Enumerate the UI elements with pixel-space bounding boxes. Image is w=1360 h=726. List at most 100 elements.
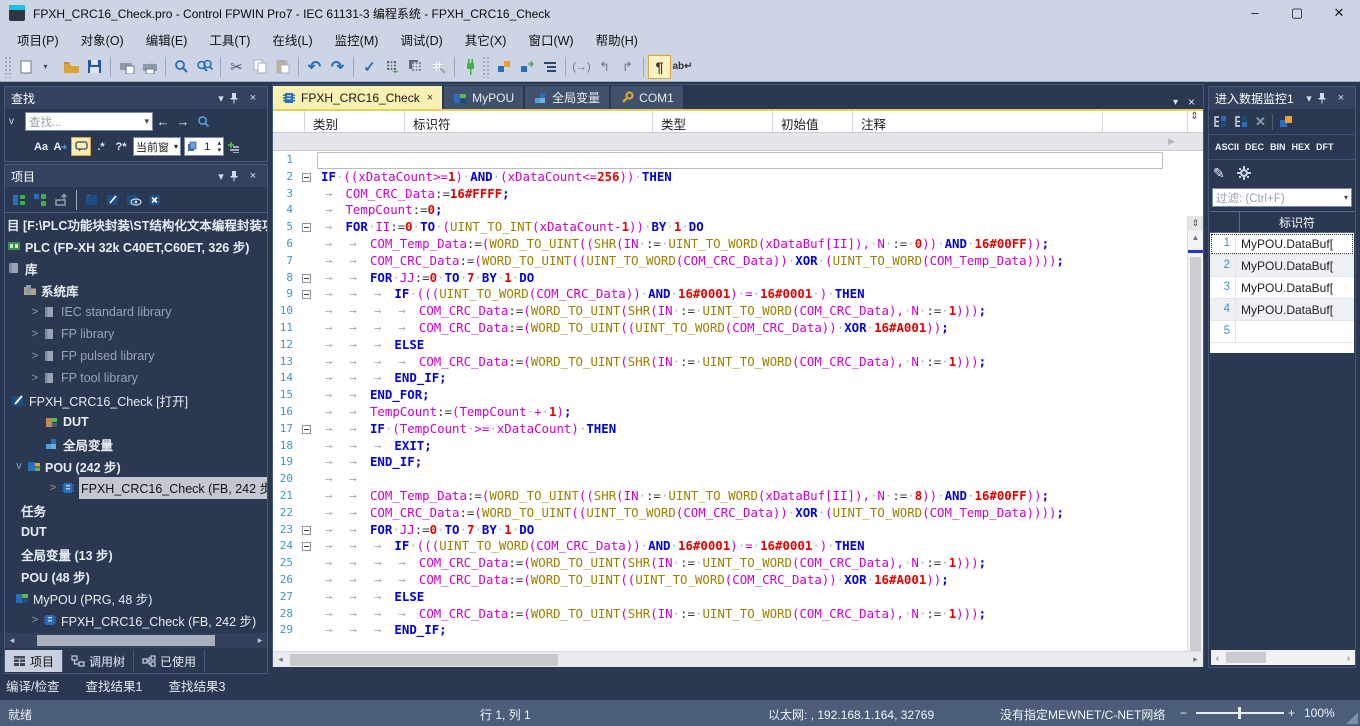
scroll-left-icon[interactable]: ◂ [5, 635, 19, 646]
panel-menu-icon[interactable]: ▾ [213, 170, 229, 183]
grid-column-注释[interactable]: 注释 [853, 111, 1103, 132]
code-line[interactable]: 11→→→→COM_CRC_Data:=(WORD_TO_UINT((UINT_… [273, 320, 1163, 337]
editor-tab-COM1[interactable]: COM1 [611, 86, 683, 109]
scroll-right-icon[interactable]: › [1342, 653, 1355, 663]
tree-item[interactable]: DUT [5, 521, 267, 543]
close-object-button[interactable] [144, 188, 165, 212]
menu-item-4[interactable]: 工具(T) [198, 26, 261, 53]
code-line[interactable]: 1 [273, 152, 1163, 169]
code-line[interactable]: 4→TempCount:=0; [273, 202, 1163, 219]
search-icon[interactable] [193, 112, 213, 131]
menu-item-6[interactable]: 监控(M) [324, 26, 390, 53]
grid-column-类别[interactable]: 类别 [305, 111, 405, 132]
scrollbar-thumb[interactable] [290, 654, 558, 666]
open-project-button[interactable] [60, 55, 83, 79]
chevron-right-icon[interactable]: > [27, 614, 43, 626]
format-button-ASCII[interactable]: ASCII [1213, 139, 1241, 155]
find-in-files-button[interactable] [193, 55, 216, 79]
code-line[interactable]: 10→→→→COM_CRC_Data:=(WORD_TO_UINT(SHR(IN… [273, 303, 1163, 320]
menu-item-7[interactable]: 调试(D) [389, 26, 453, 53]
compile-button[interactable] [381, 55, 404, 79]
code-line[interactable]: 19→→END_IF; [273, 454, 1163, 471]
chevron-right-icon[interactable]: > [27, 350, 43, 362]
search-history-dropdown-icon[interactable]: ▾ [144, 116, 149, 127]
settings-gear-icon[interactable] [1237, 166, 1251, 180]
dock-tab-调用树[interactable]: 调用树 [63, 650, 134, 672]
close-tab-icon[interactable]: × [427, 92, 433, 104]
editor-horizontal-scrollbar[interactable]: ◂ ▸ [273, 651, 1203, 667]
word-wrap-button[interactable]: ab↵ [671, 55, 694, 79]
chevron-down-icon[interactable]: v [11, 460, 27, 472]
chevron-right-icon[interactable]: > [27, 306, 43, 318]
tree-item[interactable]: >FPXH_CRC16_Check (FB, 242 步) [5, 609, 267, 631]
online-mode-button[interactable] [459, 55, 482, 79]
monitor-horizontal-scrollbar[interactable]: ‹ › [1211, 650, 1355, 665]
whole-word-button[interactable]: A [51, 137, 71, 156]
navigate-forward-button[interactable]: ↱ [616, 55, 639, 79]
add-to-list-icon[interactable] [224, 137, 244, 156]
grid-column-类型[interactable]: 类型 [653, 111, 773, 132]
find-next-button[interactable]: → [173, 112, 193, 131]
scroll-up-icon[interactable]: ▲ [1188, 231, 1203, 244]
search-input[interactable]: 查找... ▾ [25, 112, 153, 131]
monitor-entry-button[interactable] [492, 55, 515, 79]
find-previous-button[interactable]: ← [153, 112, 173, 131]
output-tab-编译/检查[interactable]: 编译/检查 [6, 676, 59, 695]
code-line[interactable]: 23→→FOR·JJ:=0·TO·7·BY·1·DO [273, 522, 1163, 539]
code-line[interactable]: 6→→COM_Temp_Data:=(WORD_TO_UINT((SHR(IN·… [273, 236, 1163, 253]
tree-item[interactable]: 目 [F:\PLC功能块封装\ST结构化文本编程封装功 [5, 213, 267, 235]
output-tab-查找结果3[interactable]: 查找结果3 [168, 676, 225, 695]
delete-entry-icon[interactable]: ✕ [1255, 114, 1266, 130]
code-line[interactable]: 27→→→ELSE [273, 589, 1163, 606]
grid-column-标识符[interactable]: 标识符 [405, 111, 653, 132]
outline-view-button[interactable] [538, 55, 561, 79]
code-line[interactable]: 20→→ [273, 471, 1163, 488]
resize-grip[interactable] [1346, 712, 1358, 724]
menu-item-3[interactable]: 编辑(E) [135, 26, 199, 53]
menu-item-2[interactable]: 对象(O) [70, 26, 135, 53]
new-object-button[interactable] [81, 188, 102, 212]
new-dropdown-caret[interactable]: ▾ [37, 55, 60, 79]
filter-input[interactable]: 过滤: (Ctrl+F) ▾ [1212, 188, 1352, 207]
tree-item[interactable]: 任务 [5, 499, 267, 521]
fold-marker-icon[interactable] [299, 270, 317, 287]
editor-tab-全局变量[interactable]: 全局变量 [525, 86, 609, 109]
code-line[interactable]: 29→→→END_IF; [273, 622, 1163, 639]
scroll-left-icon[interactable]: ◂ [273, 654, 288, 665]
toolbar-grip[interactable] [482, 56, 490, 78]
find-button[interactable] [170, 55, 193, 79]
panel-menu-icon[interactable]: ▾ [213, 92, 229, 105]
tree-item[interactable]: 全局变量 [5, 433, 267, 455]
scrollbar-thumb[interactable] [37, 635, 215, 646]
scroll-left-icon[interactable]: ‹ [1211, 653, 1224, 663]
tree-item[interactable]: DUT [5, 411, 267, 433]
cut-button[interactable]: ✂ [225, 55, 248, 79]
code-line[interactable]: 15→→END_FOR; [273, 387, 1163, 404]
tree-item[interactable]: FPXH_CRC16_Check [打开] [5, 389, 267, 411]
tree-item[interactable]: >FP library [5, 323, 267, 345]
view-object-button[interactable] [123, 188, 144, 212]
code-line[interactable]: 8→→FOR·JJ:=0·TO·7·BY·1·DO [273, 270, 1163, 287]
fold-marker-icon[interactable] [299, 538, 317, 555]
register-all-icon[interactable] [1234, 115, 1249, 128]
wildcard-button[interactable]: ?* [111, 137, 131, 156]
editor-tab-FPXH_CRC16_Check[interactable]: FPXH_CRC16_Check× [273, 86, 442, 109]
print-button[interactable] [138, 55, 161, 79]
code-line[interactable]: 3→COM_CRC_Data:=16#FFFF; [273, 186, 1163, 203]
code-line[interactable]: 12→→→ELSE [273, 337, 1163, 354]
redo-button[interactable]: ↷ [326, 55, 349, 79]
zoom-in-icon[interactable]: + [1288, 706, 1295, 720]
tree-item[interactable]: POU (48 步) [5, 565, 267, 587]
pin-icon[interactable] [229, 92, 245, 104]
watch-row[interactable]: 4MyPOU.DataBuf[ [1210, 299, 1354, 321]
expand-grid-icon[interactable]: ▶ [1168, 136, 1175, 147]
collapse-all-button[interactable] [30, 188, 51, 212]
chevron-right-icon[interactable]: > [27, 328, 43, 340]
show-whitespace-button[interactable]: ¶ [648, 55, 671, 79]
menu-item-8[interactable]: 其它(X) [454, 26, 518, 53]
menu-item-10[interactable]: 帮助(H) [585, 26, 649, 53]
maximize-button[interactable]: ▢ [1276, 0, 1318, 26]
close-document-icon[interactable]: × [1188, 95, 1195, 109]
regex-button[interactable]: .* [91, 137, 111, 156]
fold-marker-icon[interactable] [299, 522, 317, 539]
